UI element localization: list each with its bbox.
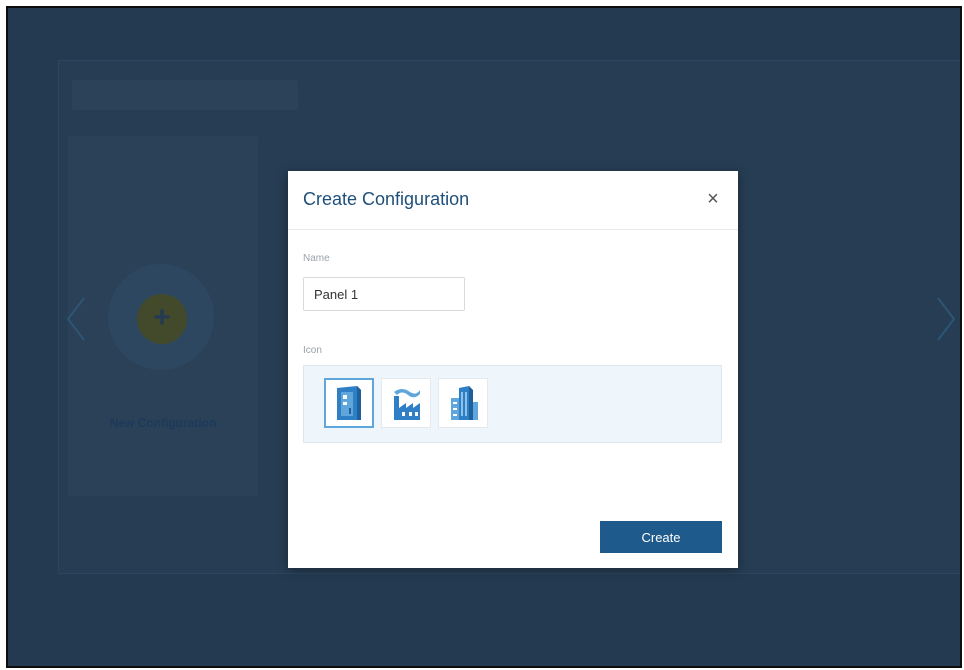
icon-option-panel[interactable] — [324, 378, 374, 428]
add-configuration-button[interactable]: + — [137, 294, 187, 344]
new-configuration-label: New Configuration — [109, 416, 217, 430]
office-building-icon — [451, 386, 478, 420]
dialog-title: Create Configuration — [303, 189, 470, 209]
icon-option-office-building[interactable] — [438, 378, 488, 428]
panel-icon — [337, 386, 361, 420]
chevron-left-icon[interactable] — [64, 294, 88, 344]
panel-title-placeholder — [72, 80, 298, 110]
create-configuration-dialog: Create Configuration × Name Icon — [288, 171, 738, 568]
icon-picker — [303, 365, 722, 443]
icon-label: Icon — [303, 345, 322, 356]
close-icon[interactable]: × — [702, 187, 724, 211]
chevron-right-icon[interactable] — [934, 294, 958, 344]
icon-option-factory[interactable] — [381, 378, 431, 428]
factory-icon — [394, 389, 420, 420]
plus-icon: + — [153, 301, 171, 334]
name-label: Name — [303, 253, 330, 264]
dialog-header: Create Configuration × — [288, 171, 738, 230]
create-button[interactable]: Create — [600, 521, 722, 553]
name-input[interactable] — [303, 277, 465, 311]
